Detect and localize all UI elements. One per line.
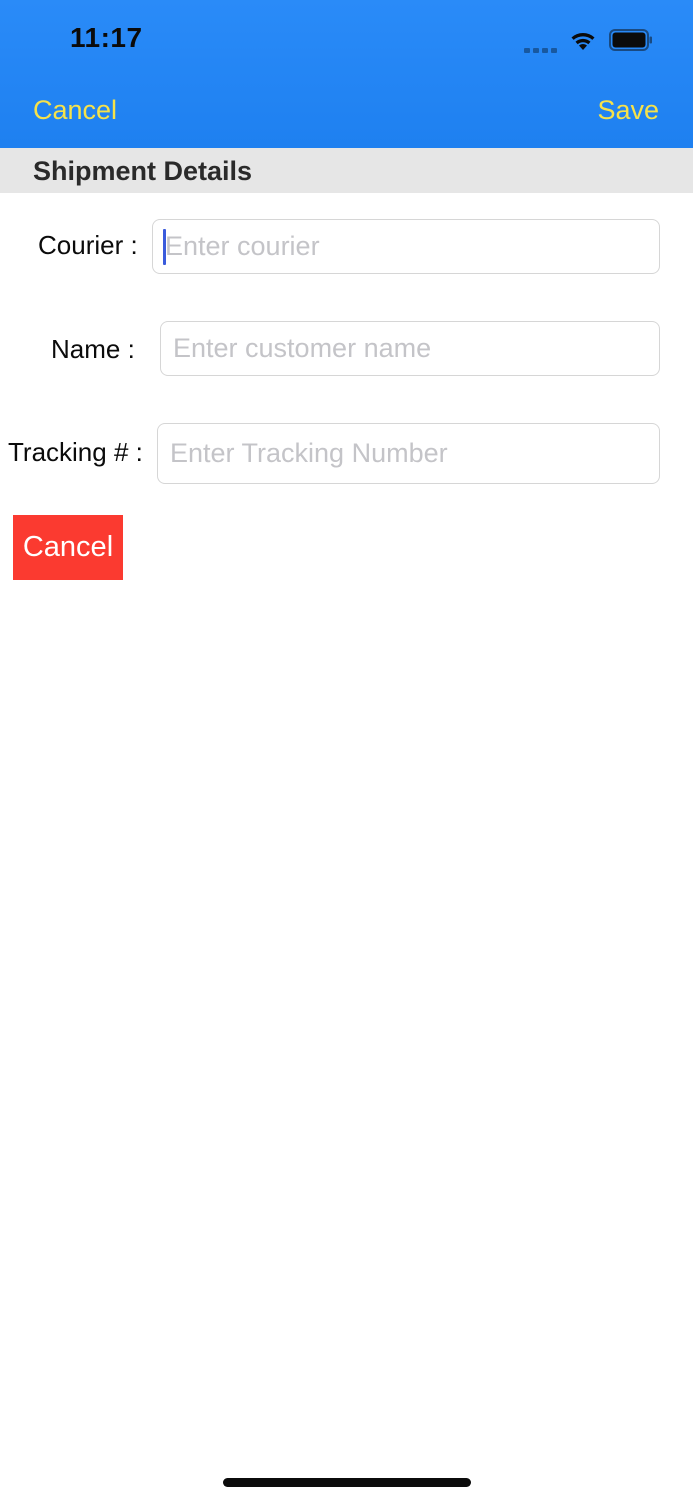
tracking-label: Tracking # :	[8, 437, 143, 467]
status-time: 11:17	[70, 22, 143, 53]
battery-icon	[609, 29, 653, 51]
section-title: Shipment Details	[33, 156, 253, 186]
screen: 11:17 Cancel Save Shipment Details Couri…	[0, 0, 693, 1500]
wifi-icon	[569, 29, 597, 51]
courier-input[interactable]	[152, 219, 660, 274]
nav-save-button[interactable]: Save	[597, 95, 659, 126]
top-bar: 11:17 Cancel Save	[0, 0, 693, 148]
text-cursor	[163, 229, 166, 265]
status-icons	[524, 26, 653, 54]
nav-cancel-button[interactable]: Cancel	[33, 95, 117, 126]
section-header: Shipment Details	[0, 148, 693, 193]
cellular-signal-icon	[524, 33, 557, 53]
customer-name-input[interactable]	[160, 321, 660, 376]
home-indicator[interactable]	[223, 1478, 471, 1487]
name-label: Name :	[51, 334, 135, 364]
courier-label: Courier :	[38, 230, 138, 260]
tracking-number-input[interactable]	[157, 423, 660, 484]
cancel-button[interactable]: Cancel	[13, 515, 123, 580]
